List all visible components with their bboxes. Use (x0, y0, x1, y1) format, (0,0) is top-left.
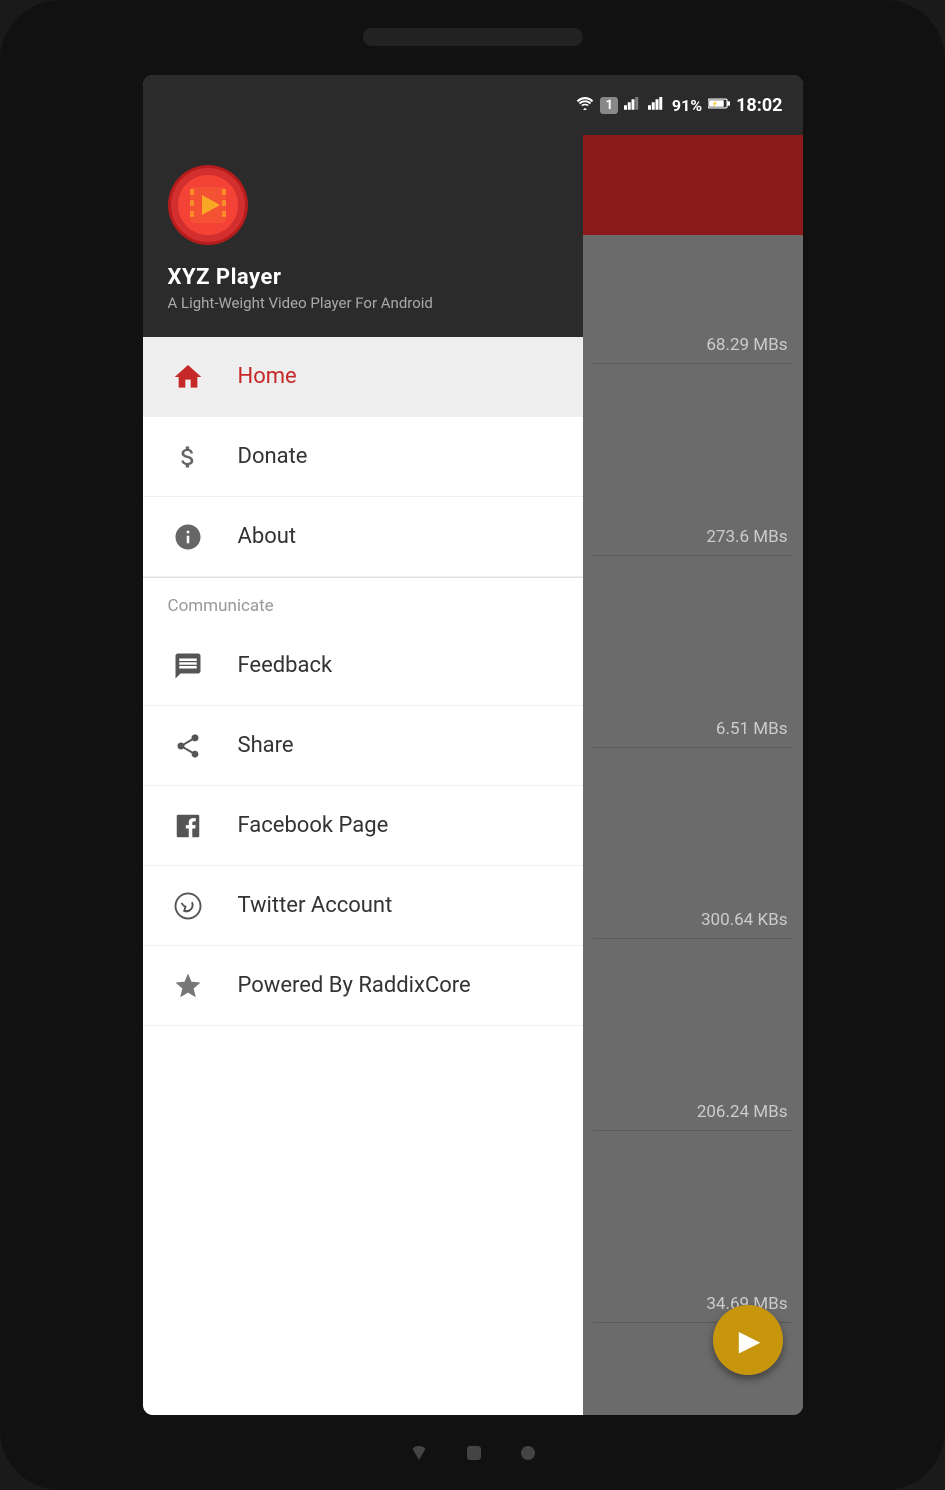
right-panel: 68.29 MBs 273.6 MBs 6.51 MBs 300.64 KBs … (583, 135, 803, 1415)
menu-item-home[interactable]: Home (143, 337, 583, 417)
battery-percent: 91% (672, 96, 702, 115)
signal2-icon (648, 96, 666, 114)
file-size-3: 6.51 MBs (593, 711, 793, 748)
facebook-icon (168, 806, 208, 846)
fab-play-icon: ▶ (739, 1324, 761, 1357)
wifi-icon (576, 96, 594, 114)
menu-label-facebook: Facebook Page (238, 813, 389, 838)
phone-shell: 1 (0, 0, 945, 1490)
menu-item-facebook[interactable]: Facebook Page (143, 786, 583, 866)
app-logo-inner (178, 175, 238, 235)
menu-item-donate[interactable]: Donate (143, 417, 583, 497)
file-size-5: 206.24 MBs (593, 1094, 793, 1131)
info-icon (168, 517, 208, 557)
content-area: XYZ Player A Light-Weight Video Player F… (143, 135, 803, 1415)
notification-badge: 1 (600, 97, 617, 114)
communicate-section-title: Communicate (168, 596, 274, 616)
status-bar: 1 (143, 75, 803, 135)
battery-icon: ⚡ (708, 97, 730, 114)
status-icons: 1 (576, 95, 782, 116)
phone-screen: 1 (143, 75, 803, 1415)
menu-label-powered: Powered By RaddixCore (238, 973, 471, 998)
file-list: 68.29 MBs 273.6 MBs 6.51 MBs 300.64 KBs … (583, 235, 803, 1415)
file-size-1: 68.29 MBs (593, 327, 793, 364)
twitter-icon (168, 886, 208, 926)
menu-item-share[interactable]: Share (143, 706, 583, 786)
play-fab-button[interactable]: ▶ (713, 1305, 783, 1375)
menu-label-home: Home (238, 364, 297, 389)
menu-item-feedback[interactable]: Feedback (143, 626, 583, 706)
communicate-section-header: Communicate (143, 577, 583, 626)
feedback-icon (168, 646, 208, 686)
app-logo (168, 165, 248, 245)
file-size-2: 273.6 MBs (593, 519, 793, 556)
dollar-icon (168, 437, 208, 477)
menu-label-feedback: Feedback (238, 653, 333, 678)
menu-label-donate: Donate (238, 444, 308, 469)
phone-notch (363, 28, 583, 46)
menu-item-powered[interactable]: Powered By RaddixCore (143, 946, 583, 1026)
play-film-icon (188, 185, 228, 225)
menu-label-about: About (238, 524, 297, 549)
menu-label-twitter: Twitter Account (238, 893, 393, 918)
menu-item-twitter[interactable]: Twitter Account (143, 866, 583, 946)
navigation-drawer: XYZ Player A Light-Weight Video Player F… (143, 135, 583, 1415)
app-name: XYZ Player (168, 265, 558, 290)
recents-button[interactable] (521, 1446, 535, 1460)
signal-icon (624, 96, 642, 114)
home-icon (168, 357, 208, 397)
drawer-header: XYZ Player A Light-Weight Video Player F… (143, 135, 583, 337)
menu-label-share: Share (238, 733, 294, 758)
right-top-bar (583, 135, 803, 235)
file-size-4: 300.64 KBs (593, 902, 793, 939)
phone-nav-buttons (411, 1446, 535, 1460)
time-display: 18:02 (736, 95, 782, 116)
app-subtitle: A Light-Weight Video Player For Android (168, 294, 558, 312)
svg-text:⚡: ⚡ (712, 100, 718, 107)
star-icon (168, 966, 208, 1006)
share-icon (168, 726, 208, 766)
home-button[interactable] (467, 1446, 481, 1460)
back-button[interactable] (411, 1446, 427, 1460)
menu-item-about[interactable]: About (143, 497, 583, 577)
